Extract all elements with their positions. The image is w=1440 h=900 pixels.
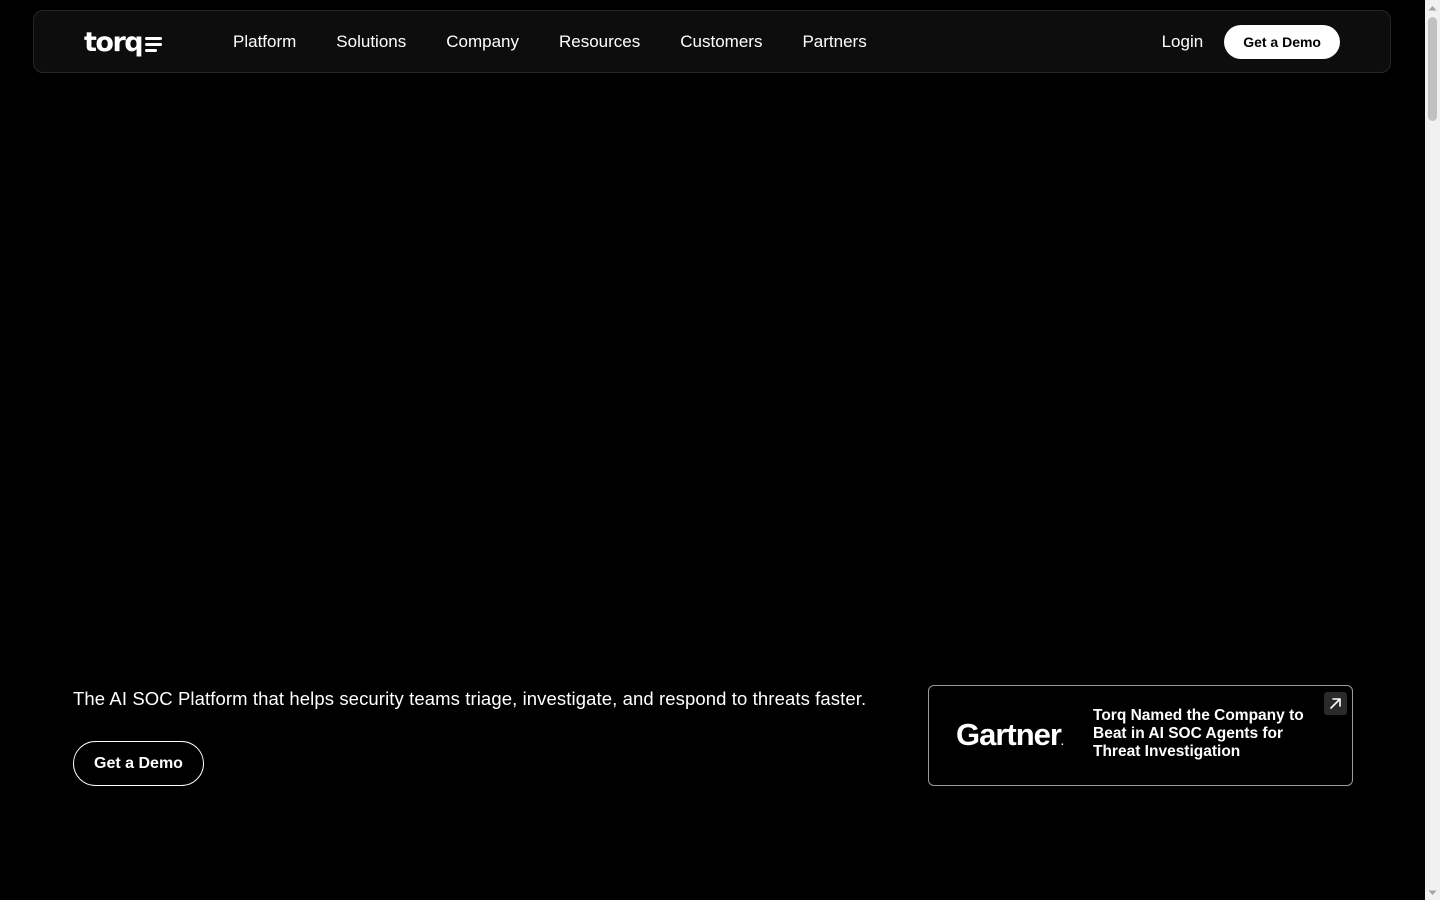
nav-link-solutions[interactable]: Solutions (336, 32, 406, 52)
scroll-down-arrow-icon[interactable] (1425, 885, 1440, 900)
viewport: torq Platform Solutions Company Resource… (0, 0, 1425, 900)
hero-get-demo-button[interactable]: Get a Demo (73, 741, 204, 786)
top-nav: torq Platform Solutions Company Resource… (33, 10, 1391, 73)
gartner-logo-text: Gartner (956, 717, 1062, 752)
primary-nav: Platform Solutions Company Resources Cus… (233, 11, 907, 72)
logo-text: torq (84, 26, 144, 58)
nav-link-platform[interactable]: Platform (233, 32, 296, 52)
arrow-up-right-icon[interactable] (1324, 692, 1347, 715)
nav-actions: Login Get a Demo (1162, 11, 1340, 72)
torq-logo[interactable]: torq (84, 26, 163, 58)
gartner-logo-dot: . (1060, 737, 1064, 748)
nav-link-customers[interactable]: Customers (680, 32, 762, 52)
hero-tagline: The AI SOC Platform that helps security … (73, 688, 867, 709)
nav-link-partners[interactable]: Partners (802, 32, 866, 52)
torq-logo-lines-icon (145, 37, 163, 52)
nav-link-company[interactable]: Company (446, 32, 519, 52)
login-link[interactable]: Login (1162, 32, 1204, 52)
gartner-logo: Gartner. (956, 717, 1064, 752)
scroll-thumb[interactable] (1428, 17, 1437, 121)
nav-get-demo-button[interactable]: Get a Demo (1224, 24, 1340, 59)
vertical-scrollbar[interactable] (1425, 0, 1440, 900)
page: torq Platform Solutions Company Resource… (0, 0, 1440, 900)
gartner-announcement-card[interactable]: Gartner. Torq Named the Company to Beat … (928, 685, 1353, 786)
gartner-headline: Torq Named the Company to Beat in AI SOC… (1093, 707, 1304, 760)
nav-link-resources[interactable]: Resources (559, 32, 640, 52)
scroll-up-arrow-icon[interactable] (1425, 0, 1440, 15)
